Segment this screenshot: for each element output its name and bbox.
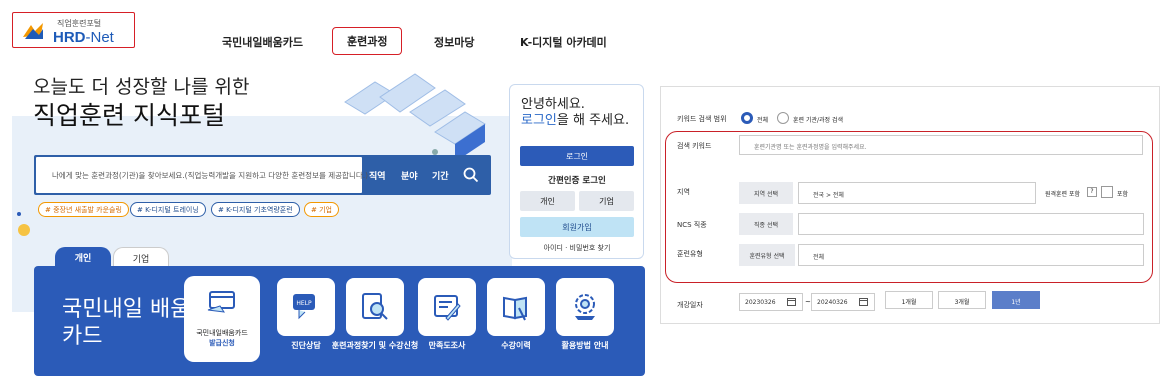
find-account-link[interactable]: 아이디 · 비밀번호 찾기	[520, 243, 634, 253]
service-guide-label: 활용방법 안내	[561, 341, 609, 350]
survey-icon	[434, 295, 461, 321]
mascot-icon	[17, 212, 30, 236]
nav-item-info[interactable]: 정보마당	[434, 34, 474, 50]
service-history[interactable]	[487, 278, 545, 336]
scope-institution-radio[interactable]	[777, 112, 789, 124]
easy-login-company-button[interactable]: 기업	[579, 191, 634, 211]
book-icon	[503, 296, 527, 321]
scope-all-label: 전체	[757, 117, 769, 124]
help-icon: HELP	[293, 294, 315, 320]
service-guide[interactable]	[556, 278, 614, 336]
filter-region-button[interactable]: 직역	[369, 169, 386, 182]
period-3-months-button[interactable]: 3개월	[938, 291, 986, 309]
hero-tagline: 오늘도 더 성장할 나를 위한	[33, 76, 250, 98]
date-label: 개강일자	[677, 301, 703, 309]
calendar-icon[interactable]	[859, 297, 868, 306]
easy-login-personal-button[interactable]: 개인	[520, 191, 575, 211]
highlight-frame	[665, 131, 1153, 283]
hero-title: 직업훈련 지식포털	[33, 101, 225, 130]
service-survey[interactable]	[418, 278, 476, 336]
national-card-section: 국민내일 배움카드 국민내일배움카드 발급신청 HELP 진단상담 훈련과정찾기…	[34, 266, 645, 376]
calendar-icon[interactable]	[787, 297, 796, 306]
search-placeholder: 나에게 맞는 훈련과정(기관)을 찾아보세요.(직업능력개발을 지원하고 다양한…	[52, 171, 369, 180]
svg-text:HELP: HELP	[296, 300, 312, 307]
login-box: 안녕하세요. 로그인을 해 주세요. 로그인 간편인증 로그인 개인 기업 회원…	[509, 84, 644, 259]
card-title: 국민내일 배움카드	[62, 297, 191, 349]
period-1-month-button[interactable]: 1개월	[885, 291, 933, 309]
service-consult[interactable]: HELP	[277, 278, 335, 336]
nav-item-card[interactable]: 국민내일배움카드	[222, 34, 303, 50]
easy-login-label: 간편인증 로그인	[548, 176, 606, 186]
chip-k-digital-training[interactable]: # K-디지털 트레이닝	[130, 202, 206, 217]
scope-all-radio[interactable]	[741, 112, 753, 124]
nav-item-k-digital[interactable]: K-디지털 아카데미	[520, 34, 607, 50]
nav-item-training[interactable]: 훈련과정	[332, 27, 403, 55]
tab-personal[interactable]: 개인	[55, 247, 111, 267]
search-icon[interactable]	[463, 167, 479, 183]
filter-field-button[interactable]: 분야	[401, 169, 418, 182]
logo-mark-icon	[23, 23, 43, 39]
chip-midlife[interactable]: # 중장년 새출발 카운슬링	[38, 202, 129, 217]
service-card-apply[interactable]: 국민내일배움카드 발급신청	[184, 276, 260, 362]
tab-company[interactable]: 기업	[113, 247, 169, 267]
service-find-course[interactable]	[346, 278, 404, 336]
login-greeting: 안녕하세요. 로그인을 해 주세요.	[521, 97, 630, 128]
period-1-year-button[interactable]: 1년	[992, 291, 1040, 309]
hrd-net-logo[interactable]: 직업훈련포털 HRD-Net	[12, 12, 135, 48]
scope-label: 키워드 검색 범위	[677, 115, 727, 123]
logo-subtitle: 직업훈련포털	[57, 19, 102, 28]
date-separator: ~	[805, 298, 811, 306]
gear-icon	[575, 294, 595, 320]
chip-k-digital-basic[interactable]: # K-디지털 기초역량훈련	[211, 202, 300, 217]
search-input[interactable]: 나에게 맞는 훈련과정(기관)을 찾아보세요.(직업능력개발을 지원하고 다양한…	[36, 157, 368, 193]
logo-text: HRD-Net	[53, 29, 114, 46]
chip-company[interactable]: # 기업	[304, 202, 339, 217]
join-button[interactable]: 회원가입	[520, 217, 634, 237]
main-search-bar: 나에게 맞는 훈련과정(기관)을 찾아보세요.(직업능력개발을 지원하고 다양한…	[34, 155, 491, 195]
scope-institution-label: 훈련 기관/과정 검색	[793, 117, 843, 124]
login-button[interactable]: 로그인	[520, 146, 634, 166]
card-icon	[207, 291, 235, 313]
filter-period-button[interactable]: 기간	[432, 169, 449, 182]
search-doc-icon	[362, 293, 388, 320]
login-link[interactable]: 로그인	[521, 113, 557, 128]
service-apply-label: 국민내일배움카드 발급신청	[196, 329, 248, 347]
